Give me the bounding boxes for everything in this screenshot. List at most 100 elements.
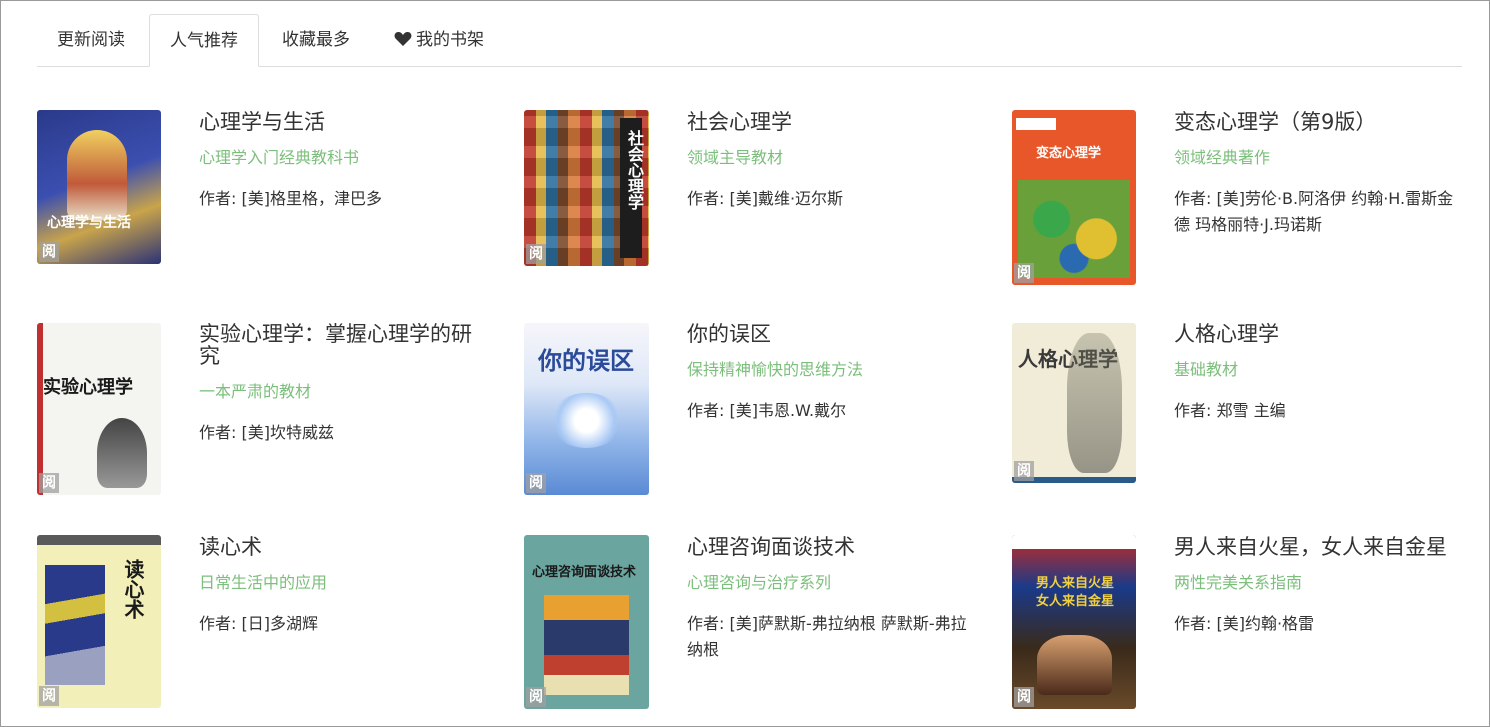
read-badge[interactable]: 阅: [1014, 687, 1034, 707]
book-info: 变态心理学（第9版） 领域经典著作 作者: [美]劳伦·B.阿洛伊 约翰·H.雷…: [1174, 111, 1464, 238]
book-author: 作者: [美]戴维·迈尔斯: [687, 186, 977, 212]
cover-title-text: 心理咨询面谈技术: [532, 565, 637, 580]
book-cover[interactable]: 心理咨询面谈技术 阅: [524, 535, 649, 709]
tab-bar: 更新阅读 人气推荐 收藏最多 我的书架: [37, 14, 1462, 67]
cover-illustration: [1037, 635, 1112, 695]
cover-illustration: [1018, 180, 1130, 278]
book-title[interactable]: 社会心理学: [687, 111, 977, 133]
cover-illustration: [45, 565, 105, 685]
author-prefix: 作者:: [199, 614, 242, 633]
cover-illustration: [1067, 333, 1122, 473]
tab-my-bookshelf[interactable]: 我的书架: [394, 14, 484, 67]
tab-my-bookshelf-label: 我的书架: [416, 30, 484, 50]
book-author: 作者: [美]萨默斯-弗拉纳根 萨默斯-弗拉纳根: [687, 611, 977, 663]
book-subtitle: 心理咨询与治疗系列: [687, 573, 832, 592]
cover-title-text: 社会心理学: [625, 130, 644, 210]
author-name: [美]萨默斯-弗拉纳根 萨默斯-弗拉纳根: [687, 614, 967, 659]
book-cover[interactable]: 心理学与生活 阅: [37, 110, 161, 264]
book-cover[interactable]: 人格心理学 阅: [1012, 323, 1136, 483]
book-info: 心理咨询面谈技术 心理咨询与治疗系列 作者: [美]萨默斯-弗拉纳根 萨默斯-弗…: [687, 536, 977, 663]
cover-illustration: [67, 130, 127, 220]
cover-title-text: 你的误区: [538, 347, 634, 375]
book-title[interactable]: 你的误区: [687, 323, 977, 345]
book-author: 作者: [美]韦恩.W.戴尔: [687, 398, 977, 424]
book-title[interactable]: 男人来自火星，女人来自金星: [1174, 536, 1459, 558]
cover-title-text: 实验心理学: [43, 377, 133, 398]
author-name: [美]劳伦·B.阿洛伊 约翰·H.雷斯金德 玛格丽特·J.玛诺斯: [1174, 189, 1454, 234]
book-author: 作者: 郑雪 主编: [1174, 398, 1464, 424]
book-title[interactable]: 心理学与生活: [199, 111, 489, 133]
book-author: 作者: [美]约翰·格雷: [1174, 611, 1464, 637]
book-title[interactable]: 读心术: [199, 536, 489, 558]
cover-title-text: 心理学与生活: [47, 215, 131, 231]
author-prefix: 作者:: [199, 423, 242, 442]
book-info: 心理学与生活 心理学入门经典教科书 作者: [美]格里格，津巴多: [199, 111, 489, 212]
author-name: [日]多湖辉: [241, 614, 318, 633]
book-subtitle: 领域经典著作: [1174, 148, 1271, 167]
read-badge[interactable]: 阅: [526, 473, 546, 493]
book-info: 男人来自火星，女人来自金星 两性完美关系指南 作者: [美]约翰·格雷: [1174, 536, 1464, 637]
tab-most-favorited[interactable]: 收藏最多: [282, 14, 350, 67]
book-info: 你的误区 保持精神愉快的思维方法 作者: [美]韦恩.W.戴尔: [687, 323, 977, 424]
book-subtitle: 基础教材: [1174, 360, 1239, 379]
read-badge[interactable]: 阅: [1014, 461, 1034, 481]
author-name: [美]约翰·格雷: [1216, 614, 1315, 633]
book-title[interactable]: 变态心理学（第9版）: [1174, 111, 1464, 133]
book-subtitle: 心理学入门经典教科书: [199, 148, 360, 167]
author-name: [美]坎特威兹: [241, 423, 334, 442]
book-cover[interactable]: 你的误区 阅: [524, 323, 649, 495]
book-subtitle: 两性完美关系指南: [1174, 573, 1303, 592]
author-prefix: 作者:: [1174, 614, 1217, 633]
book-subtitle: 领域主导教材: [687, 148, 784, 167]
cover-illustration: [97, 418, 147, 488]
author-prefix: 作者:: [687, 614, 730, 633]
author-prefix: 作者:: [1174, 401, 1217, 420]
author-prefix: 作者:: [687, 189, 730, 208]
book-author: 作者: [日]多湖辉: [199, 611, 489, 637]
book-info: 实验心理学：掌握心理学的研究 一本严肃的教材 作者: [美]坎特威兹: [199, 323, 489, 446]
page-frame: 更新阅读 人气推荐 收藏最多 我的书架 心理学与生活 阅 心理学与生活 心理学入…: [0, 0, 1490, 727]
heart-icon: [394, 31, 412, 46]
cover-title-text: 读心术: [121, 559, 145, 619]
cover-publisher-tag: [1016, 118, 1056, 130]
cover-top-band: [37, 535, 161, 545]
author-name: [美]韦恩.W.戴尔: [729, 401, 847, 420]
book-info: 人格心理学 基础教材 作者: 郑雪 主编: [1174, 323, 1464, 424]
book-subtitle: 保持精神愉快的思维方法: [687, 360, 864, 379]
cover-top-band: [1012, 535, 1136, 549]
author-prefix: 作者:: [687, 401, 730, 420]
book-author: 作者: [美]坎特威兹: [199, 420, 489, 446]
tab-popular-recommend[interactable]: 人气推荐: [149, 14, 259, 67]
book-info: 社会心理学 领域主导教材 作者: [美]戴维·迈尔斯: [687, 111, 977, 212]
book-cover[interactable]: 男人来自火星 女人来自金星 阅: [1012, 535, 1136, 709]
read-badge[interactable]: 阅: [526, 687, 546, 707]
tab-latest-reading[interactable]: 更新阅读: [57, 14, 125, 67]
read-badge[interactable]: 阅: [39, 473, 59, 493]
cover-title-text: 变态心理学: [1036, 146, 1102, 161]
book-author: 作者: [美]格里格，津巴多: [199, 186, 489, 212]
author-prefix: 作者:: [1174, 189, 1217, 208]
book-info: 读心术 日常生活中的应用 作者: [日]多湖辉: [199, 536, 489, 637]
cover-illustration: [544, 595, 629, 695]
book-title[interactable]: 实验心理学：掌握心理学的研究: [199, 323, 484, 367]
read-badge[interactable]: 阅: [526, 244, 546, 264]
book-author: 作者: [美]劳伦·B.阿洛伊 约翰·H.雷斯金德 玛格丽特·J.玛诺斯: [1174, 186, 1462, 238]
book-cover[interactable]: 实验心理学 阅: [37, 323, 161, 495]
cover-spine-band: [37, 323, 43, 495]
read-badge[interactable]: 阅: [39, 686, 59, 706]
book-cover[interactable]: 社会心理学 阅: [524, 110, 649, 266]
book-subtitle: 一本严肃的教材: [199, 382, 312, 401]
book-cover[interactable]: 读心术 阅: [37, 535, 161, 708]
cover-illustration: [549, 393, 624, 448]
read-badge[interactable]: 阅: [1014, 263, 1034, 283]
book-subtitle: 日常生活中的应用: [199, 573, 328, 592]
author-name: [美]戴维·迈尔斯: [729, 189, 844, 208]
book-cover[interactable]: 变态心理学 阅: [1012, 110, 1136, 285]
book-title[interactable]: 心理咨询面谈技术: [687, 536, 977, 558]
author-prefix: 作者:: [199, 189, 242, 208]
read-badge[interactable]: 阅: [39, 242, 59, 262]
author-name: 郑雪 主编: [1216, 401, 1286, 420]
cover-title-text: 男人来自火星 女人来自金星: [1035, 576, 1114, 609]
book-title[interactable]: 人格心理学: [1174, 323, 1464, 345]
author-name: [美]格里格，津巴多: [241, 189, 382, 208]
